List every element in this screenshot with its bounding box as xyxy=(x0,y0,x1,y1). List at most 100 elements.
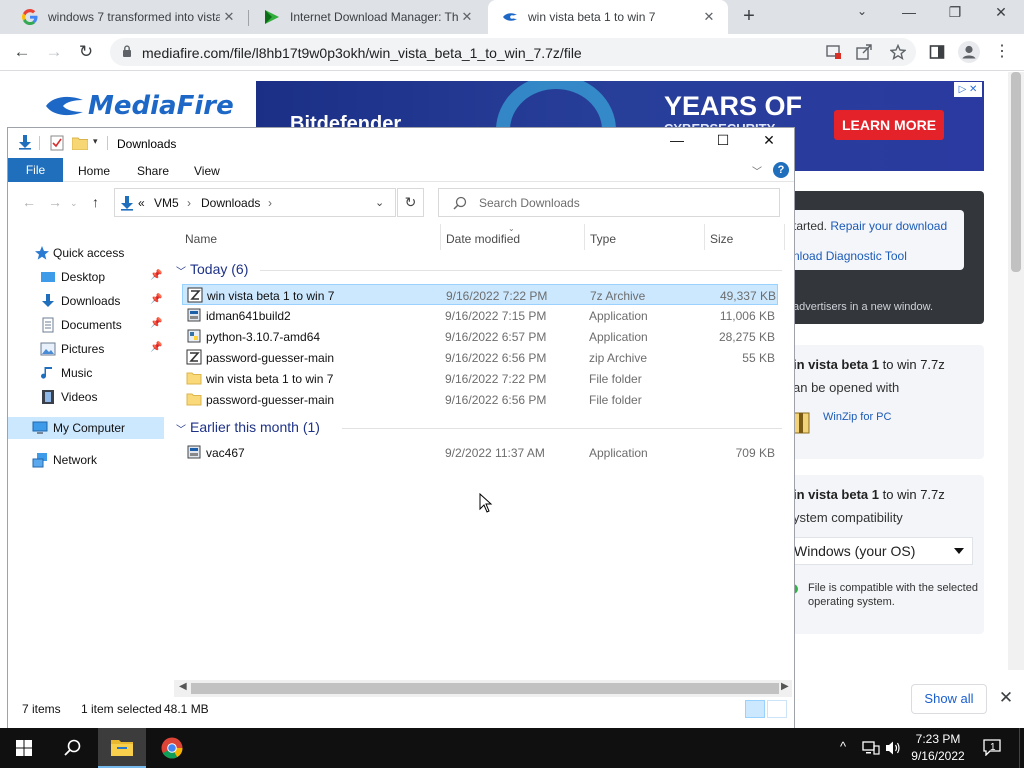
address-bar[interactable]: mediafire.com/file/l8hb17t9w0p3okh/win_v… xyxy=(110,38,916,66)
up-arrow-icon[interactable]: ↑ xyxy=(92,194,99,210)
winzip-link[interactable]: WinZip for PC xyxy=(823,411,891,423)
taskbar-file-explorer[interactable] xyxy=(98,728,146,768)
close-tab-icon[interactable]: ✕ xyxy=(220,9,238,25)
share-icon[interactable] xyxy=(856,44,872,60)
ribbon-tab-view[interactable]: View xyxy=(194,164,220,178)
breadcrumb-overflow[interactable]: « xyxy=(138,196,145,210)
help-icon[interactable]: ? xyxy=(773,162,789,178)
browser-tab-2[interactable]: Internet Download Manager: The ✕ xyxy=(250,0,486,34)
scroll-right-icon[interactable]: ▶ xyxy=(781,681,789,692)
new-folder-icon[interactable] xyxy=(72,136,88,150)
ribbon-tab-file[interactable]: File xyxy=(8,158,63,182)
file-row[interactable]: vac467 9/2/2022 11:37 AM Application 709… xyxy=(182,442,778,463)
column-divider[interactable] xyxy=(584,224,585,250)
horizontal-scrollbar[interactable]: ◀ ▶ xyxy=(174,680,792,697)
nav-item-videos[interactable]: Videos xyxy=(8,386,164,408)
nav-item-desktop[interactable]: Desktop 📌 xyxy=(8,266,164,288)
column-header-size[interactable]: Size xyxy=(710,232,733,246)
collapse-chevron-icon[interactable]: ﹀ xyxy=(176,263,186,278)
group-header-earlier-this-month[interactable]: ﹀ Earlier this month (1) xyxy=(174,417,790,439)
address-dropdown-icon[interactable]: ⌄ xyxy=(375,196,384,209)
file-row[interactable]: win vista beta 1 to win 7 9/16/2022 7:22… xyxy=(182,284,778,305)
column-divider[interactable] xyxy=(440,224,441,250)
group-header-today[interactable]: ﹀ Today (6) xyxy=(174,259,790,281)
taskbar-search-button[interactable] xyxy=(48,728,96,768)
explorer-back-icon[interactable]: ← xyxy=(22,194,36,210)
qat-dropdown-icon[interactable]: ▾ xyxy=(93,136,98,147)
pin-icon[interactable]: 📌 xyxy=(150,270,162,281)
breadcrumb-downloads[interactable]: Downloads xyxy=(201,196,260,210)
nav-item-downloads[interactable]: Downloads 📌 xyxy=(8,290,164,312)
new-tab-button[interactable]: + xyxy=(737,5,761,29)
page-scrollbar[interactable] xyxy=(1008,72,1024,670)
expand-ribbon-chevron-icon[interactable]: ﹀ xyxy=(752,163,762,178)
nav-item-documents[interactable]: Documents 📌 xyxy=(8,314,164,336)
blocked-popup-icon[interactable] xyxy=(826,44,842,60)
properties-icon[interactable] xyxy=(50,135,64,151)
network-tray-icon[interactable] xyxy=(862,741,880,755)
collapse-chevron-icon[interactable]: ﹀ xyxy=(176,421,186,436)
start-button[interactable] xyxy=(0,728,48,768)
column-header-name[interactable]: Name xyxy=(185,232,217,246)
ribbon-tab-home[interactable]: Home xyxy=(78,164,110,178)
pin-icon[interactable]: 📌 xyxy=(150,342,162,353)
show-desktop-button[interactable] xyxy=(1019,728,1024,768)
column-divider[interactable] xyxy=(704,224,705,250)
restore-icon[interactable]: ❐ xyxy=(932,4,978,28)
back-arrow-icon[interactable]: ← xyxy=(10,41,34,65)
os-select[interactable]: Windows (your OS) xyxy=(793,537,973,565)
close-tab-icon[interactable]: ✕ xyxy=(458,9,476,25)
nav-item-pictures[interactable]: Pictures 📌 xyxy=(8,338,164,360)
recent-locations-icon[interactable]: ⌄ xyxy=(70,198,78,209)
file-row[interactable]: win vista beta 1 to win 7 9/16/2022 7:22… xyxy=(182,368,778,389)
page-scrollbar-thumb[interactable] xyxy=(1011,72,1021,272)
column-divider[interactable] xyxy=(784,224,785,250)
explorer-minimize-icon[interactable]: — xyxy=(654,132,700,154)
reload-icon[interactable]: ↻ xyxy=(74,41,98,65)
details-view-icon[interactable] xyxy=(745,700,765,718)
forward-arrow-icon[interactable]: → xyxy=(42,41,66,65)
side-panel-icon[interactable] xyxy=(929,44,945,60)
column-header-date-modified[interactable]: Date modified xyxy=(446,232,520,246)
show-all-downloads-button[interactable]: Show all xyxy=(911,684,987,714)
tab-search-chevron-icon[interactable]: ⌄ xyxy=(839,4,885,28)
mediafire-logo[interactable]: MediaFire xyxy=(44,90,234,122)
nav-item-music[interactable]: Music xyxy=(8,362,164,384)
pin-icon[interactable]: 📌 xyxy=(150,294,162,305)
system-clock[interactable]: 7:23 PM 9/16/2022 xyxy=(903,731,973,765)
bookmark-star-icon[interactable] xyxy=(890,44,906,60)
file-row[interactable]: password-guesser-main 9/16/2022 6:56 PM … xyxy=(182,389,778,410)
refresh-icon[interactable]: ↻ xyxy=(397,188,424,217)
large-icons-view-icon[interactable] xyxy=(767,700,787,718)
volume-icon[interactable] xyxy=(885,740,901,756)
pin-icon[interactable]: 📌 xyxy=(150,318,162,329)
horizontal-scrollbar-thumb[interactable] xyxy=(191,683,779,694)
breadcrumb[interactable]: « VM5 › Downloads › ⌄ xyxy=(114,188,396,217)
ad-learn-more-button[interactable]: LEARN MORE xyxy=(834,110,944,140)
file-row[interactable]: idman641build2 9/16/2022 7:15 PM Applica… xyxy=(182,305,778,326)
close-download-bar-icon[interactable]: ✕ xyxy=(997,688,1015,708)
kebab-menu-icon[interactable]: ⋮ xyxy=(990,41,1014,65)
close-tab-icon[interactable]: ✕ xyxy=(700,9,718,25)
scroll-left-icon[interactable]: ◀ xyxy=(179,681,187,692)
taskbar-chrome[interactable] xyxy=(148,728,196,768)
close-window-icon[interactable]: ✕ xyxy=(978,4,1024,28)
column-header-type[interactable]: Type xyxy=(590,232,616,246)
nav-item-quick-access[interactable]: Quick access xyxy=(8,242,164,264)
ribbon-tab-share[interactable]: Share xyxy=(137,164,169,178)
minimize-icon[interactable]: — xyxy=(886,4,932,28)
diagnostic-tool-link[interactable]: nload Diagnostic Tool xyxy=(793,249,907,263)
notification-center-button[interactable]: 1 xyxy=(983,739,1003,757)
repair-download-link[interactable]: Repair your download xyxy=(830,219,947,233)
adchoices-close-icon[interactable]: ▷ ✕ xyxy=(954,82,982,97)
explorer-maximize-icon[interactable]: ☐ xyxy=(700,132,746,154)
show-hidden-icons-chevron-icon[interactable]: ^ xyxy=(840,739,846,754)
nav-item-my-computer[interactable]: My Computer xyxy=(8,417,164,439)
profile-avatar-icon[interactable] xyxy=(958,41,980,63)
search-input[interactable]: Search Downloads xyxy=(438,188,780,217)
browser-tab-1[interactable]: windows 7 transformed into vista ✕ xyxy=(8,0,248,34)
explorer-close-icon[interactable]: ✕ xyxy=(746,132,792,154)
file-row[interactable]: password-guesser-main 9/16/2022 6:56 PM … xyxy=(182,347,778,368)
breadcrumb-vm5[interactable]: VM5 xyxy=(154,196,179,210)
browser-tab-3-active[interactable]: win vista beta 1 to win 7 ✕ xyxy=(488,0,728,34)
